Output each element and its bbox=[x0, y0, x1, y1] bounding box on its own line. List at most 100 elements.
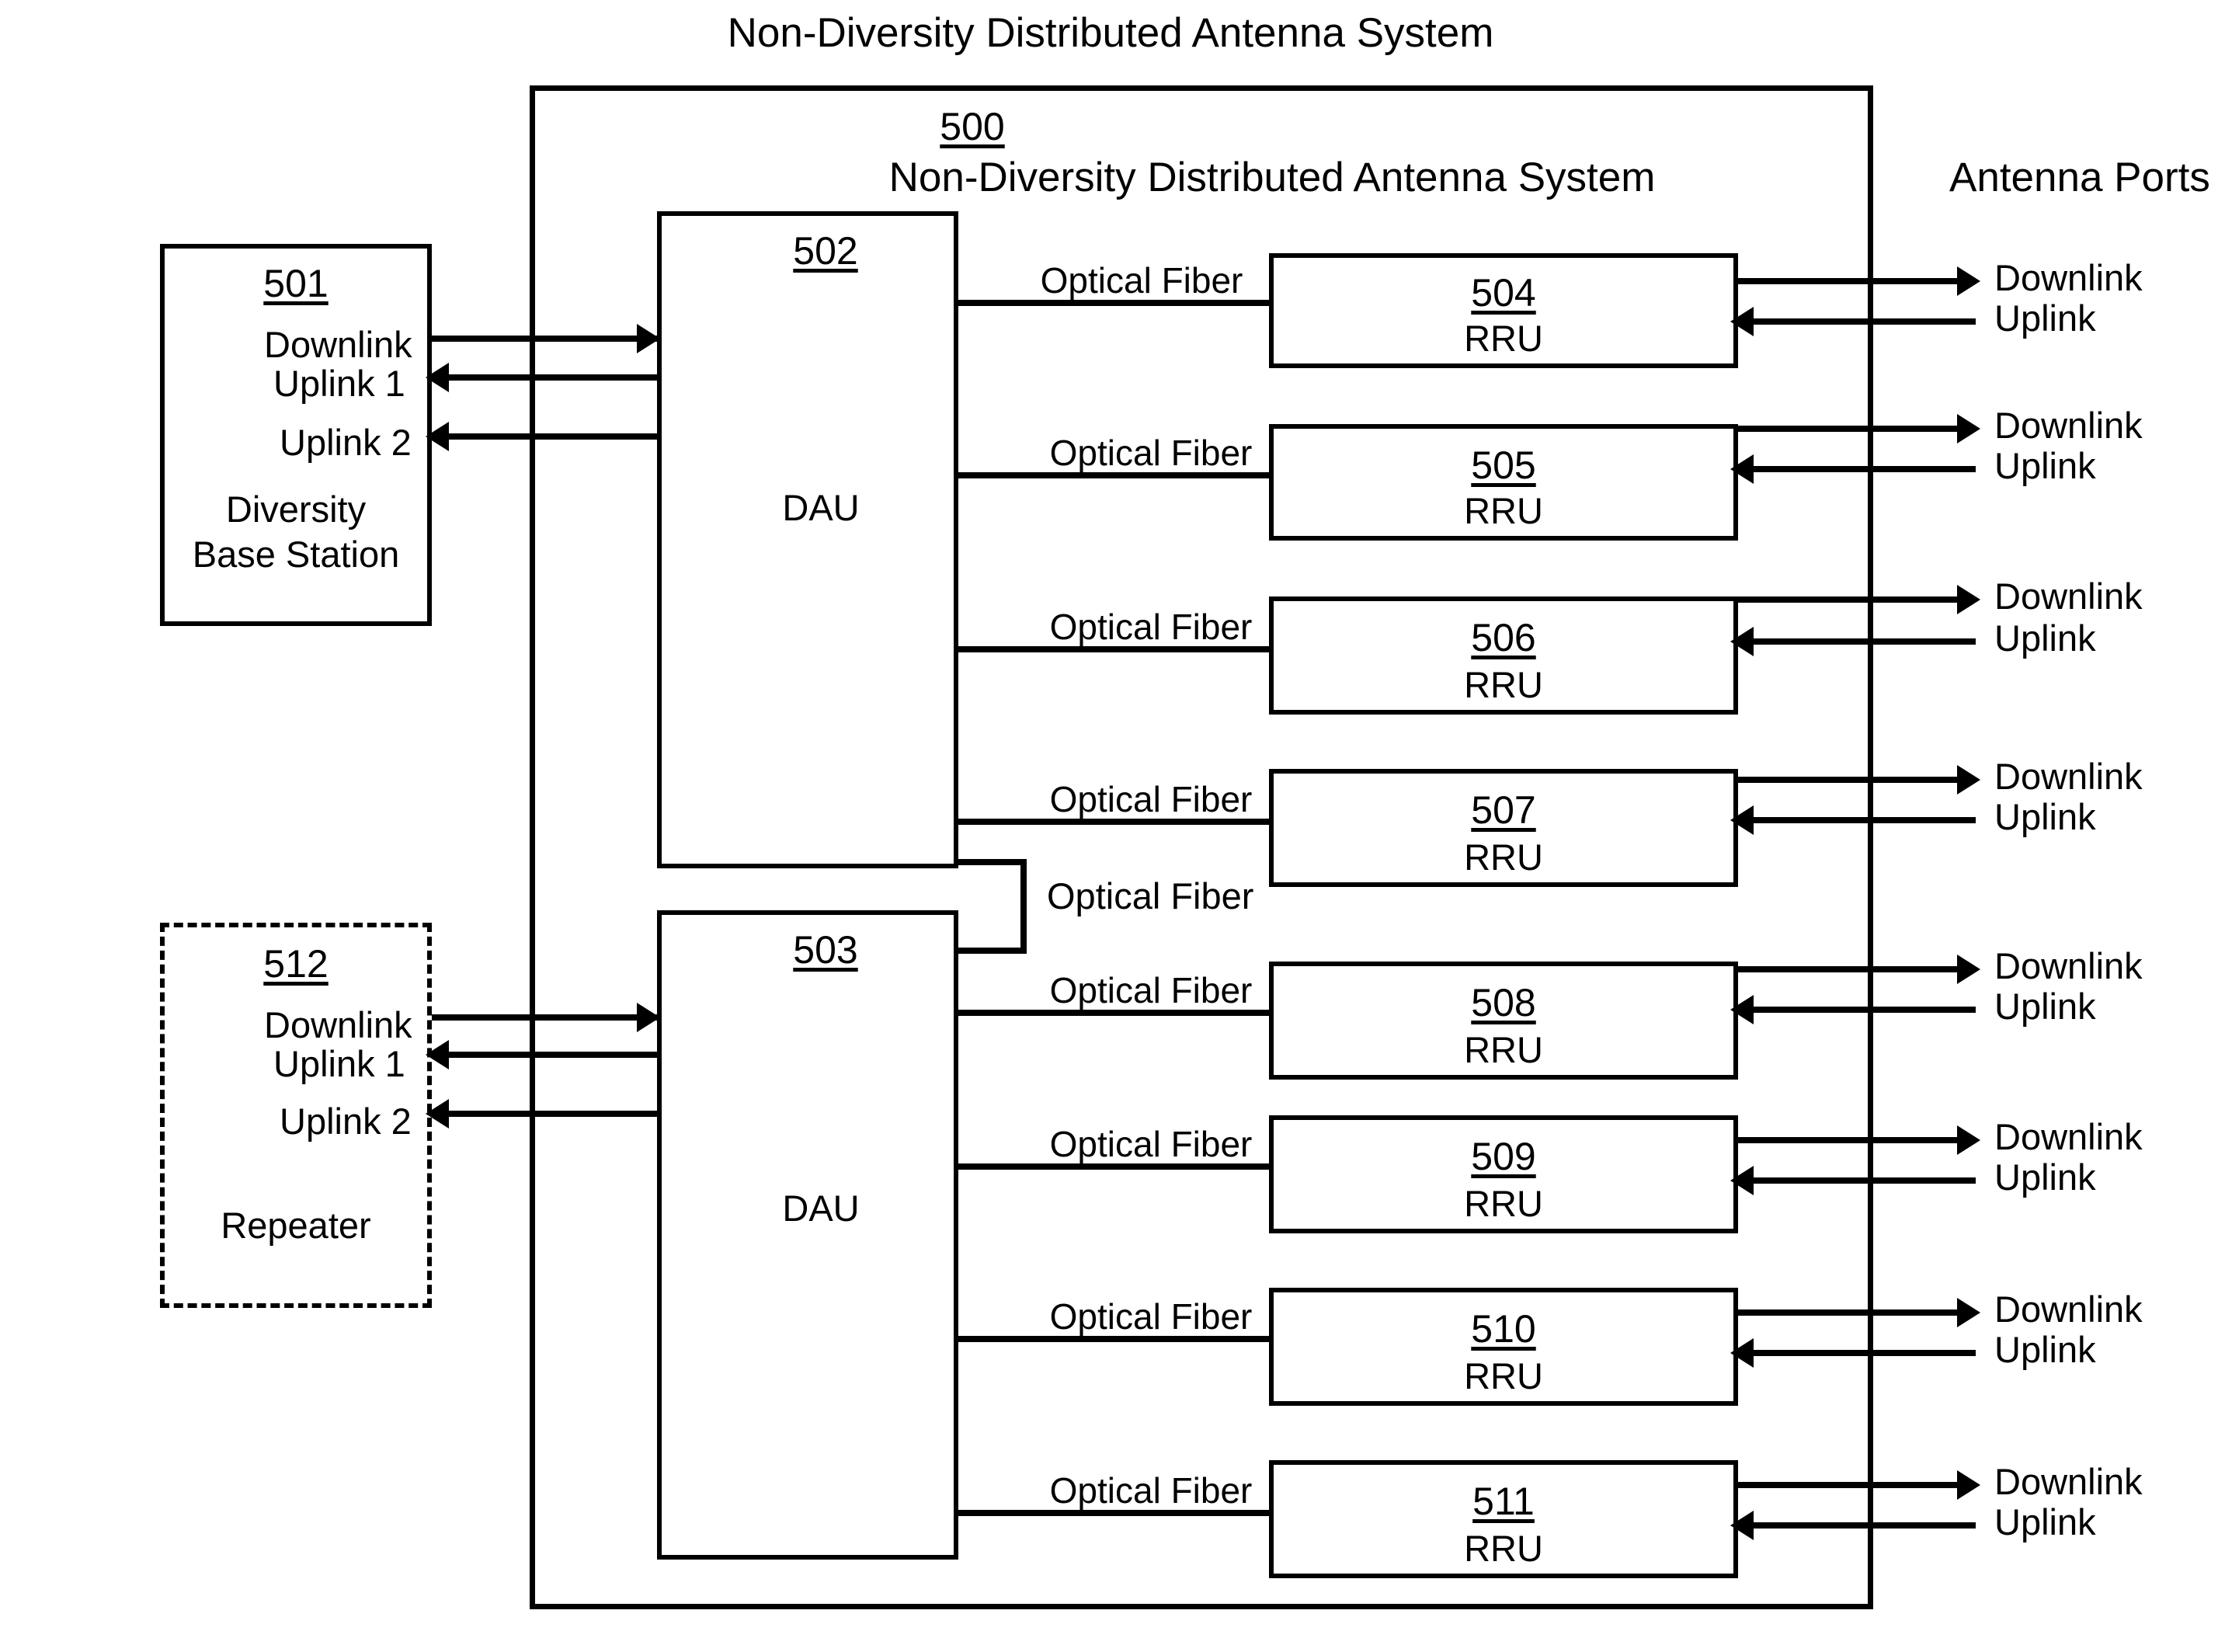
rru-511-uplink-arrowhead bbox=[1730, 1511, 1754, 1540]
dau-box-503 bbox=[657, 910, 958, 1560]
rru-507-port-downlink: Downlink bbox=[1994, 756, 2143, 797]
rru-508-downlink-arrowhead bbox=[1957, 955, 1980, 984]
rru-510-downlink-line bbox=[1735, 1309, 1976, 1316]
link-512-uplink1-line bbox=[432, 1052, 657, 1058]
fiber-line-508 bbox=[958, 1010, 1269, 1016]
rru-504-downlink-line bbox=[1735, 278, 1976, 284]
link-512-uplink2-arrowhead bbox=[426, 1099, 449, 1129]
dau-502-label: DAU bbox=[782, 487, 860, 528]
rru-506-downlink-line bbox=[1735, 596, 1976, 603]
rru-504-downlink-arrowhead bbox=[1957, 266, 1980, 296]
repeater-port-uplink2: Uplink 2 bbox=[280, 1101, 412, 1142]
base-station-port-downlink: Downlink bbox=[264, 324, 412, 365]
figure-canvas: Non-Diversity Distributed Antenna System… bbox=[0, 0, 2225, 1652]
fiber-line-507 bbox=[958, 819, 1269, 825]
rru-509-uplink-line bbox=[1738, 1177, 1976, 1184]
fiber-line-511 bbox=[958, 1510, 1269, 1516]
dau-interlink-fiber-label: Optical Fiber bbox=[1047, 875, 1254, 916]
base-station-name-line2: Base Station bbox=[192, 534, 400, 575]
rru-506-uplink-arrowhead bbox=[1730, 627, 1754, 656]
rru-508-label: RRU bbox=[1464, 1029, 1543, 1070]
link-501-uplink1-arrowhead bbox=[426, 363, 449, 392]
rru-507-uplink-arrowhead bbox=[1730, 805, 1754, 835]
rru-507-uplink-line bbox=[1738, 817, 1976, 823]
rru-507-ref: 507 bbox=[1471, 788, 1536, 832]
dau-box-502 bbox=[657, 211, 958, 868]
system-label: Non-Diversity Distributed Antenna System bbox=[888, 155, 1656, 200]
rru-511-uplink-line bbox=[1738, 1522, 1976, 1529]
rru-504-uplink-arrowhead bbox=[1730, 307, 1754, 336]
rru-511-downlink-line bbox=[1735, 1482, 1976, 1488]
link-512-downlink-line bbox=[432, 1014, 657, 1021]
fiber-line-509 bbox=[958, 1163, 1269, 1170]
link-512-uplink1-arrowhead bbox=[426, 1040, 449, 1069]
rru-505-label: RRU bbox=[1464, 490, 1543, 531]
rru-509-uplink-arrowhead bbox=[1730, 1166, 1754, 1195]
rru-509-port-downlink: Downlink bbox=[1994, 1116, 2143, 1157]
rru-510-ref: 510 bbox=[1471, 1307, 1536, 1351]
link-512-uplink2-line bbox=[432, 1111, 657, 1117]
rru-509-label: RRU bbox=[1464, 1183, 1543, 1224]
rru-507-downlink-line bbox=[1735, 777, 1976, 783]
rru-510-port-downlink: Downlink bbox=[1994, 1289, 2143, 1330]
rru-507-port-uplink: Uplink bbox=[1994, 796, 2096, 837]
rru-509-downlink-line bbox=[1735, 1137, 1976, 1143]
rru-505-ref: 505 bbox=[1471, 443, 1536, 487]
repeater-port-downlink: Downlink bbox=[264, 1004, 412, 1045]
dau-interlink-bottom-segment bbox=[958, 948, 1027, 954]
rru-510-downlink-arrowhead bbox=[1957, 1298, 1980, 1327]
rru-504-uplink-line bbox=[1738, 318, 1976, 325]
rru-506-ref: 506 bbox=[1471, 616, 1536, 659]
rru-506-port-uplink: Uplink bbox=[1994, 617, 2096, 659]
antenna-ports-heading: Antenna Ports bbox=[1949, 155, 2210, 200]
rru-504-label: RRU bbox=[1464, 318, 1543, 359]
fiber-line-506 bbox=[958, 646, 1269, 652]
rru-511-port-downlink: Downlink bbox=[1994, 1461, 2143, 1502]
rru-506-label: RRU bbox=[1464, 664, 1543, 705]
base-station-name-line1: Diversity bbox=[225, 489, 367, 530]
fiber-label-510: Optical Fiber bbox=[1049, 1296, 1253, 1337]
fiber-label-509: Optical Fiber bbox=[1049, 1124, 1253, 1164]
fiber-line-505 bbox=[958, 472, 1269, 478]
rru-506-uplink-line bbox=[1738, 638, 1976, 645]
rru-504-ref: 504 bbox=[1471, 271, 1536, 315]
base-station-ref: 501 bbox=[263, 262, 329, 305]
rru-510-label: RRU bbox=[1464, 1355, 1543, 1396]
fiber-label-504: Optical Fiber bbox=[1040, 260, 1243, 301]
rru-510-port-uplink: Uplink bbox=[1994, 1329, 2096, 1370]
rru-510-uplink-line bbox=[1738, 1350, 1976, 1356]
rru-505-uplink-line bbox=[1738, 466, 1976, 472]
base-station-port-uplink2: Uplink 2 bbox=[280, 422, 412, 463]
rru-505-port-uplink: Uplink bbox=[1994, 445, 2096, 486]
rru-511-downlink-arrowhead bbox=[1957, 1470, 1980, 1500]
rru-506-downlink-arrowhead bbox=[1957, 585, 1980, 614]
rru-505-downlink-line bbox=[1735, 426, 1976, 432]
dau-503-ref: 503 bbox=[793, 928, 858, 972]
rru-504-port-downlink: Downlink bbox=[1994, 257, 2143, 298]
rru-511-ref: 511 bbox=[1472, 1480, 1535, 1523]
rru-509-port-uplink: Uplink bbox=[1994, 1156, 2096, 1198]
dau-interlink-vertical-segment bbox=[1020, 859, 1027, 954]
repeater-port-uplink1: Uplink 1 bbox=[273, 1043, 405, 1084]
rru-507-downlink-arrowhead bbox=[1957, 765, 1980, 795]
rru-505-downlink-arrowhead bbox=[1957, 414, 1980, 443]
dau-interlink-top-segment bbox=[958, 859, 1027, 865]
fiber-label-506: Optical Fiber bbox=[1049, 607, 1253, 647]
dau-502-ref: 502 bbox=[793, 229, 858, 273]
rru-505-port-downlink: Downlink bbox=[1994, 405, 2143, 446]
repeater-name: Repeater bbox=[221, 1205, 371, 1246]
fiber-label-511: Optical Fiber bbox=[1049, 1470, 1253, 1511]
rru-506-port-downlink: Downlink bbox=[1994, 576, 2143, 617]
rru-509-ref: 509 bbox=[1471, 1135, 1536, 1178]
rru-510-uplink-arrowhead bbox=[1730, 1338, 1754, 1368]
base-station-port-uplink1: Uplink 1 bbox=[273, 363, 405, 404]
rru-508-ref: 508 bbox=[1471, 981, 1536, 1024]
link-501-downlink-line bbox=[432, 336, 657, 342]
link-501-uplink1-line bbox=[432, 374, 657, 381]
dau-503-label: DAU bbox=[782, 1188, 860, 1229]
fiber-label-507: Optical Fiber bbox=[1049, 779, 1253, 819]
repeater-ref: 512 bbox=[263, 942, 329, 986]
fiber-line-510 bbox=[958, 1336, 1269, 1342]
link-501-uplink2-line bbox=[432, 433, 657, 440]
rru-508-uplink-line bbox=[1738, 1007, 1976, 1013]
